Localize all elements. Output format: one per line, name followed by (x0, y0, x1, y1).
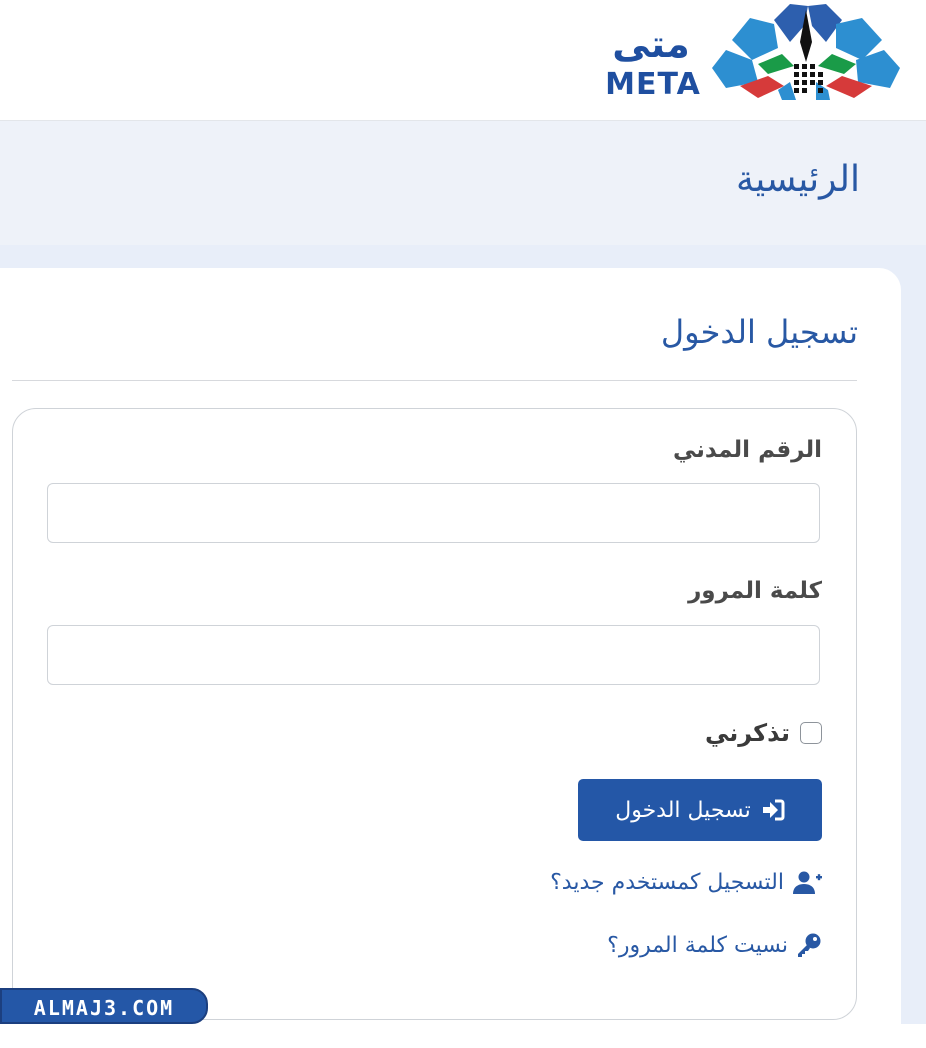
register-link[interactable]: التسجيل كمستخدم جديد؟ (550, 870, 822, 895)
logo-emblem-icon (712, 4, 900, 100)
heading-divider (12, 380, 857, 381)
page-title: الرئيسية (736, 159, 860, 200)
forgot-password-link[interactable]: نسيت كلمة المرور؟ (607, 932, 822, 958)
remember-label: تذكرني (704, 719, 790, 747)
forgot-password-text[interactable]: نسيت كلمة المرور؟ (607, 933, 788, 958)
register-link-text[interactable]: التسجيل كمستخدم جديد؟ (550, 870, 784, 895)
logo-arabic-text: متى (612, 22, 690, 66)
sign-in-icon (762, 799, 785, 821)
civil-id-input[interactable] (47, 483, 820, 543)
remember-checkbox[interactable] (800, 722, 822, 744)
password-input[interactable] (47, 625, 820, 685)
civil-id-label: الرقم المدني (672, 437, 822, 463)
meta-logo[interactable]: متى META (592, 2, 902, 106)
user-plus-icon (793, 871, 822, 894)
key-icon (798, 933, 821, 957)
password-label: كلمة المرور (688, 578, 822, 604)
login-button-label: تسجيل الدخول (615, 797, 751, 823)
remember-me[interactable]: تذكرني (705, 715, 822, 751)
site-header: متى META (0, 0, 926, 121)
watermark-badge: ALMAJ3.COM (0, 988, 208, 1024)
login-button[interactable]: تسجيل الدخول (578, 779, 822, 841)
login-heading: تسجيل الدخول (660, 313, 858, 351)
logo-english-text: META (605, 67, 701, 102)
